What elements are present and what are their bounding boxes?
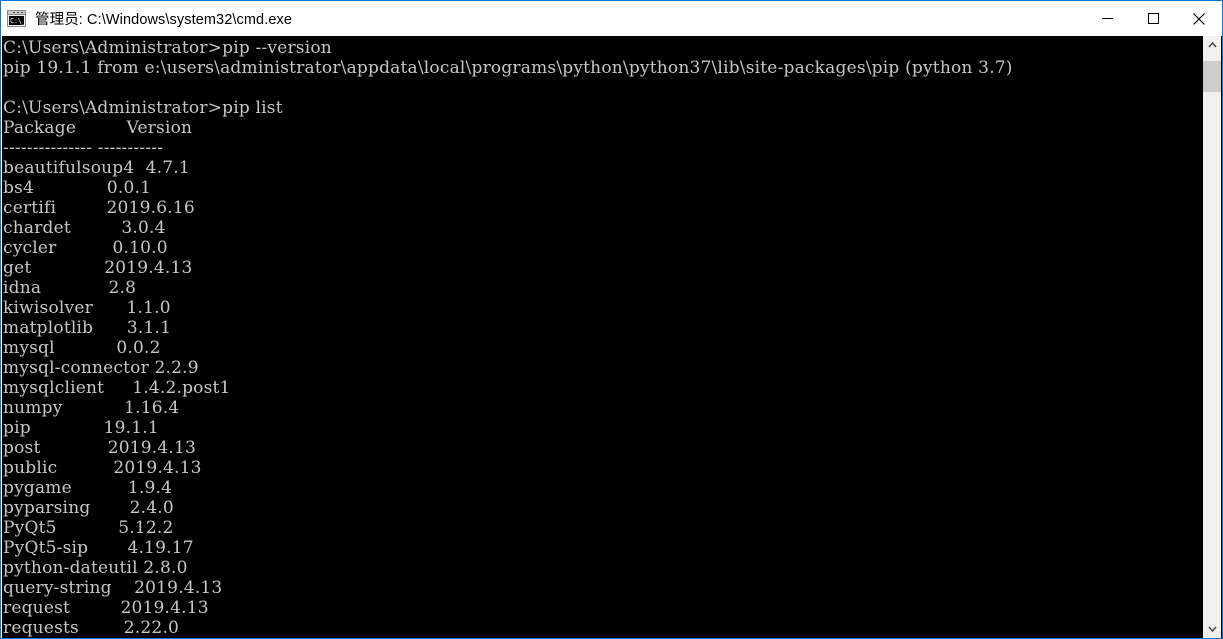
console-line: beautifulsoup4 4.7.1 <box>3 158 190 178</box>
console-line: PyQt5-sip 4.19.17 <box>3 538 194 558</box>
console-line: public 2019.4.13 <box>3 458 202 478</box>
close-icon <box>1193 12 1205 25</box>
minimize-icon <box>1101 18 1113 19</box>
cmd-window: C:\_ 管理员: C:\Windows\system32\cmd.exe C:… <box>0 0 1223 639</box>
console-line: pip 19.1.1 <box>3 418 159 438</box>
close-button[interactable] <box>1176 1 1222 36</box>
console-line: python-dateutil 2.8.0 <box>3 558 188 578</box>
console-line: --------------- ----------- <box>3 138 164 158</box>
console-line: mysql 0.0.2 <box>3 338 161 358</box>
console-line: Package Version <box>3 118 193 138</box>
console-line: get 2019.4.13 <box>3 258 193 278</box>
scroll-down-button[interactable] <box>1203 620 1221 638</box>
scrollbar-thumb[interactable] <box>1203 61 1221 92</box>
scrollbar-track[interactable] <box>1203 54 1221 620</box>
console-line: request 2019.4.13 <box>3 598 209 618</box>
console-line: bs4 0.0.1 <box>3 178 152 198</box>
console-line: requests 2.22.0 <box>3 618 180 638</box>
chevron-up-icon <box>1207 42 1217 48</box>
console-area[interactable]: C:\Users\Administrator>pip --version pip … <box>2 36 1222 638</box>
console-line: C:\Users\Administrator>pip --version <box>3 38 332 58</box>
console-line: numpy 1.16.4 <box>3 398 180 418</box>
maximize-button[interactable] <box>1130 1 1176 36</box>
console-line: PyQt5 5.12.2 <box>3 518 174 538</box>
minimize-button[interactable] <box>1084 1 1130 36</box>
console-line: pyparsing 2.4.0 <box>3 498 174 518</box>
caption-button-group <box>1084 1 1222 36</box>
console-line: cycler 0.10.0 <box>3 238 168 258</box>
console-line: pygame 1.9.4 <box>3 478 173 498</box>
console-line: chardet 3.0.4 <box>3 218 166 238</box>
console-line: query-string 2019.4.13 <box>3 578 223 598</box>
console-line: mysqlclient 1.4.2.post1 <box>3 378 231 398</box>
vertical-scrollbar[interactable] <box>1203 36 1221 638</box>
icon-titlebar-strip <box>8 11 25 15</box>
console-output[interactable]: C:\Users\Administrator>pip --version pip … <box>2 38 1204 638</box>
console-line: pip 19.1.1 from e:\users\administrator\a… <box>3 58 1013 78</box>
chevron-down-icon <box>1207 626 1217 632</box>
console-line: mysql-connector 2.2.9 <box>3 358 199 378</box>
console-line: idna 2.8 <box>3 278 137 298</box>
console-line: kiwisolver 1.1.0 <box>3 298 171 318</box>
cmd-console-icon: C:\_ <box>7 10 26 27</box>
scroll-up-button[interactable] <box>1203 36 1221 54</box>
window-title: 管理员: C:\Windows\system32\cmd.exe <box>35 12 293 28</box>
icon-prompt-text: C:\_ <box>9 16 24 25</box>
console-line: C:\Users\Administrator>pip list <box>3 98 283 118</box>
title-bar[interactable]: C:\_ 管理员: C:\Windows\system32\cmd.exe <box>1 1 1222 36</box>
console-line: post 2019.4.13 <box>3 438 197 458</box>
console-line: matplotlib 3.1.1 <box>3 318 172 338</box>
maximize-icon <box>1147 13 1159 24</box>
console-line: certifi 2019.6.16 <box>3 198 195 218</box>
